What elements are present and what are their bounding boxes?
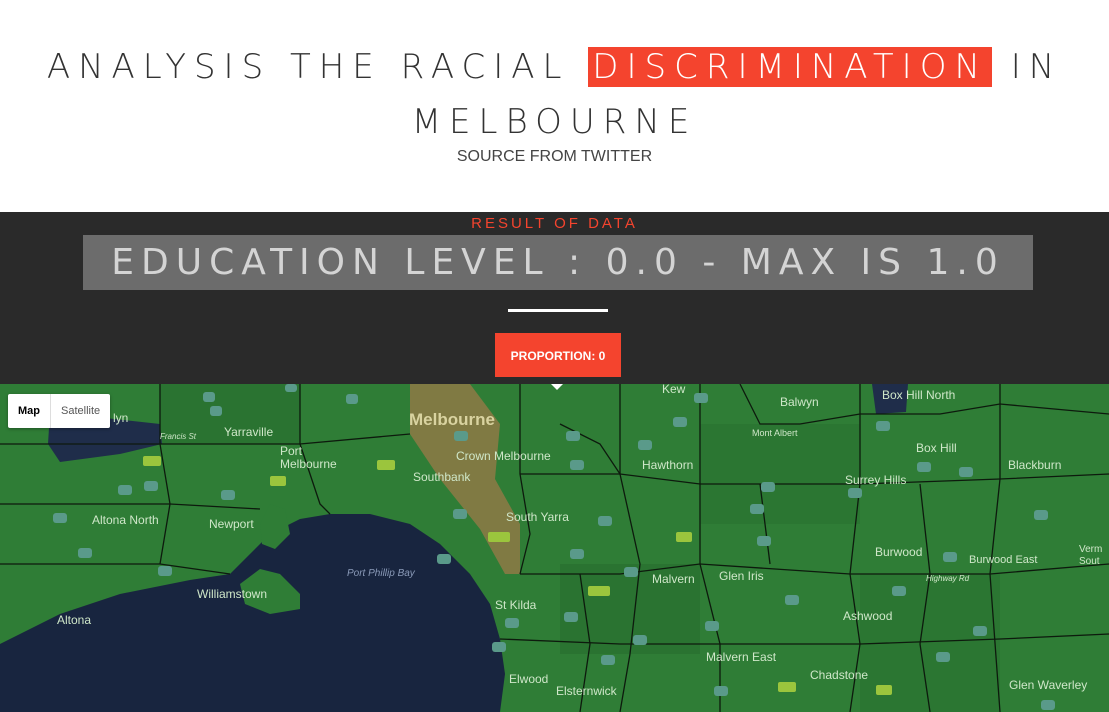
suburb-patch xyxy=(700,424,860,524)
freeway-shield xyxy=(588,586,610,596)
map-type-map-button[interactable]: Map xyxy=(8,394,51,428)
result-heading: RESULT OF DATA xyxy=(471,215,638,232)
title-highlight: DISCRIMINATION xyxy=(588,47,992,87)
map-canvas[interactable] xyxy=(0,384,1109,712)
freeway-shield xyxy=(676,532,692,542)
page-header: ANALYSIS THE RACIAL DISCRIMINATION IN ME… xyxy=(0,0,1109,212)
map-view[interactable]: Melbourne Yarraville Port Melbourne Crow… xyxy=(0,384,1109,712)
freeway-shield xyxy=(778,682,796,692)
freeway-shield-m1 xyxy=(377,460,395,470)
page-title: ANALYSIS THE RACIAL DISCRIMINATION IN ME… xyxy=(40,40,1069,150)
title-part-1: ANALYSIS THE RACIAL xyxy=(46,47,570,87)
freeway-shield-alt1 xyxy=(488,532,510,542)
freeway-shield-m1 xyxy=(270,476,286,486)
freeway-shield-m1 xyxy=(143,456,161,466)
map-type-control[interactable]: Map Satellite xyxy=(8,394,111,428)
freeway-shield xyxy=(876,685,892,695)
water-area-boxhill xyxy=(872,384,908,414)
section-divider xyxy=(508,309,608,312)
proportion-button[interactable]: PROPORTION: 0 xyxy=(495,333,621,377)
education-level-display: EDUCATION LEVEL : 0.0 - MAX IS 1.0 xyxy=(83,235,1033,290)
suburb-patch xyxy=(160,384,300,444)
map-type-satellite-button[interactable]: Satellite xyxy=(51,394,110,428)
page-subtitle: SOURCE FROM TWITTER xyxy=(456,148,653,165)
map-pointer-caret xyxy=(551,384,563,390)
